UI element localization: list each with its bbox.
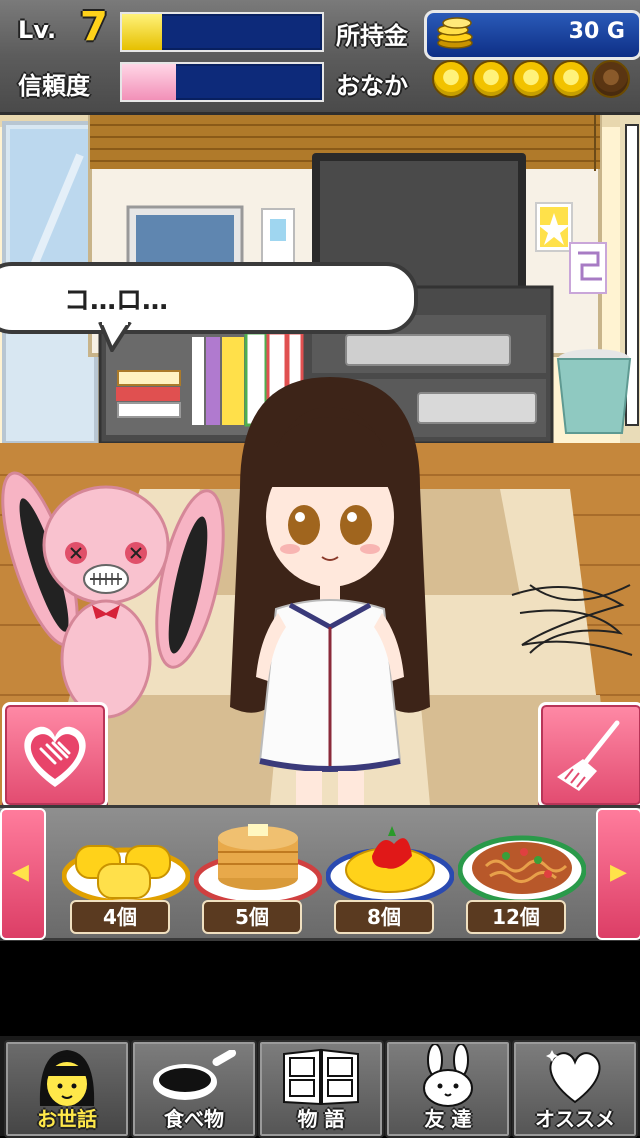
money-label: 所持金 [336, 22, 408, 50]
broom-icon [557, 720, 620, 791]
level-value: 7 [80, 4, 108, 50]
hunger-full-icon [472, 60, 510, 98]
money-value: 30 G [568, 19, 625, 44]
hunger-meter [432, 60, 632, 100]
speech-text: コ…ロ… [64, 286, 169, 316]
girl-face-icon [39, 1050, 95, 1106]
trust-label: 信頼度 [18, 72, 90, 100]
tab-care[interactable]: お世話 [4, 1040, 130, 1138]
arrow-left-icon: ◀ [12, 860, 29, 885]
bottom-nav: お世話 食べ物 物 語 友 達 オススメ [0, 1036, 640, 1138]
scroll-left-button[interactable]: ◀ [0, 808, 46, 940]
tab-friends[interactable]: 友 達 [385, 1040, 511, 1138]
money-display: 30 G [424, 10, 640, 60]
tab-label: 友 達 [424, 1107, 472, 1131]
tamagoyaki-icon [62, 845, 190, 905]
heart-hand-icon [24, 726, 86, 787]
yakisoba-icon [458, 835, 586, 905]
tab-label: 物 語 [297, 1107, 345, 1131]
trust-progress-bar [120, 62, 324, 102]
hunger-full-icon [552, 60, 590, 98]
food-count: 12個 [466, 900, 566, 934]
rabbit-plush [1, 471, 225, 719]
level-label: Lv. [18, 16, 57, 44]
book-icon [283, 1048, 359, 1106]
trust-progress-fill [122, 64, 176, 100]
speech-tail [98, 322, 132, 352]
tab-food[interactable]: 食べ物 [131, 1040, 257, 1138]
tab-label: 食べ物 [164, 1107, 224, 1131]
food-item-yakisoba[interactable]: 12個 [458, 816, 586, 934]
hunger-empty-icon [592, 60, 630, 98]
food-count: 5個 [202, 900, 302, 934]
gold-coins-icon [437, 17, 473, 49]
frying-pan-icon [153, 1050, 237, 1100]
tab-label: お世話 [37, 1107, 97, 1131]
girl-character[interactable] [220, 377, 440, 805]
food-item-omurice[interactable]: 8個 [326, 816, 454, 934]
omurice-icon [326, 826, 454, 905]
pet-button[interactable] [2, 702, 108, 808]
speech-bubble: コ…ロ… [0, 262, 418, 334]
hunger-full-icon [432, 60, 470, 98]
scroll-right-button[interactable]: ▶ [596, 808, 640, 940]
status-bar: Lv. 7 信頼度 所持金 30 G おなか [0, 0, 640, 115]
arrow-right-icon: ▶ [610, 860, 627, 885]
hunger-full-icon [512, 60, 550, 98]
rabbit-icon [423, 1044, 473, 1107]
food-count: 8個 [334, 900, 434, 934]
heart-icon [546, 1050, 601, 1104]
level-progress-bar [120, 12, 324, 52]
hunger-label: おなか [336, 72, 408, 100]
food-count: 4個 [70, 900, 170, 934]
tab-recommend[interactable]: オススメ [512, 1040, 638, 1138]
level-progress-fill [122, 14, 162, 50]
tab-label: オススメ [535, 1107, 615, 1131]
clean-button[interactable] [538, 702, 640, 808]
pancakes-icon [194, 824, 322, 906]
food-item-tamagoyaki[interactable]: 4個 [62, 816, 190, 934]
food-tray: ◀ ▶ 4個 5個 8個 12個 [0, 805, 640, 941]
tab-story[interactable]: 物 語 [258, 1040, 384, 1138]
food-item-pancakes[interactable]: 5個 [194, 808, 322, 934]
